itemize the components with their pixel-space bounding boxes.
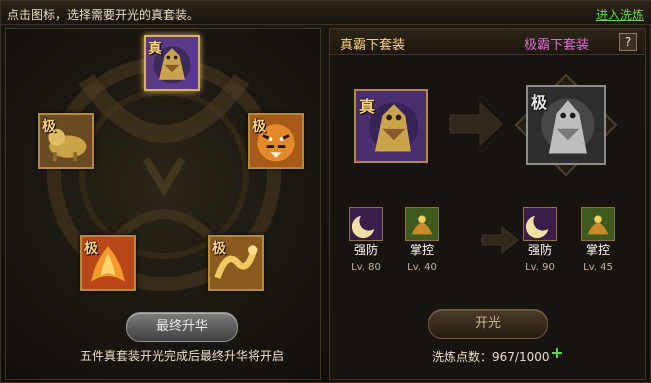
suit-slot-dragon[interactable]: 真 bbox=[144, 35, 200, 91]
instruction-text: 点击图标，选择需要开光的真套装。 bbox=[7, 8, 200, 22]
skill-current-defense[interactable]: 强防 Lv. 80 bbox=[344, 207, 388, 273]
slot-badge: 真 bbox=[148, 41, 162, 57]
skill-next-defense[interactable]: 强防 Lv. 90 bbox=[518, 207, 562, 273]
arrow-right-icon bbox=[449, 101, 503, 147]
control-skill-icon bbox=[582, 208, 614, 240]
final-sublimation-button[interactable]: 最终升华 bbox=[126, 312, 238, 342]
slot-badge: 极 bbox=[212, 241, 226, 257]
defense-skill-icon bbox=[350, 208, 382, 240]
kaiguang-button[interactable]: 开光 bbox=[428, 309, 548, 339]
next-suit-title: 极霸下套装 bbox=[524, 38, 590, 53]
skill-name: 强防 bbox=[527, 243, 552, 257]
control-skill-icon bbox=[406, 208, 438, 240]
current-suit-title: 真霸下套装 bbox=[340, 38, 406, 53]
current-suit-item[interactable]: 真 bbox=[354, 89, 428, 163]
skill-comparison: 强防 Lv. 80 掌控 Lv. 40 强防 Lv. 90 掌控 Lv. 45 bbox=[330, 207, 645, 277]
sublimation-note: 五件真套装开光完成后最终升华将开启 bbox=[79, 349, 284, 363]
enter-refine-link[interactable]: 进入洗炼 bbox=[596, 6, 644, 23]
upgrade-panel: 真霸下套装 极霸下套装 ? 真 极 强防 Lv. 80 掌控 Lv. 40 强防… bbox=[329, 28, 646, 380]
top-bar: 点击图标，选择需要开光的真套装。 进入洗炼 bbox=[1, 1, 651, 25]
next-suit-item[interactable]: 极 bbox=[526, 85, 606, 165]
suit-slot-golden-dragon[interactable]: 极 bbox=[208, 235, 264, 291]
add-points-button[interactable]: + bbox=[550, 345, 564, 361]
kaiguang-window: 点击图标，选择需要开光的真套装。 进入洗炼 真 极 极 极 极 最终升华 五件真… bbox=[0, 0, 651, 383]
skill-name: 掌控 bbox=[585, 243, 610, 257]
current-badge: 真 bbox=[359, 97, 376, 116]
suit-selection-panel: 真 极 极 极 极 最终升华 五件真套装开光完成后最终升华将开启 bbox=[5, 28, 321, 380]
skill-level: Lv. 40 bbox=[407, 262, 437, 273]
refine-points-text: 洗炼点数：967/1000 bbox=[432, 350, 550, 364]
suit-slot-phoenix[interactable]: 极 bbox=[80, 235, 136, 291]
skill-name: 掌控 bbox=[409, 243, 434, 257]
upgrade-header: 真霸下套装 极霸下套装 ? bbox=[330, 29, 645, 55]
skill-level: Lv. 90 bbox=[525, 262, 555, 273]
help-button[interactable]: ? bbox=[619, 33, 637, 51]
slot-badge: 极 bbox=[252, 119, 266, 135]
skill-level: Lv. 45 bbox=[583, 262, 613, 273]
skill-next-control[interactable]: 掌控 Lv. 45 bbox=[576, 207, 620, 273]
arrow-right-icon bbox=[481, 225, 519, 255]
defense-skill-icon bbox=[524, 208, 556, 240]
slot-badge: 极 bbox=[42, 119, 56, 135]
skill-level: Lv. 80 bbox=[351, 262, 381, 273]
skill-current-control[interactable]: 掌控 Lv. 40 bbox=[400, 207, 444, 273]
next-badge: 极 bbox=[531, 93, 548, 112]
slot-badge: 极 bbox=[84, 241, 98, 257]
skill-name: 强防 bbox=[353, 243, 378, 257]
suit-slot-tiger[interactable]: 极 bbox=[248, 113, 304, 169]
suit-slot-qilin[interactable]: 极 bbox=[38, 113, 94, 169]
